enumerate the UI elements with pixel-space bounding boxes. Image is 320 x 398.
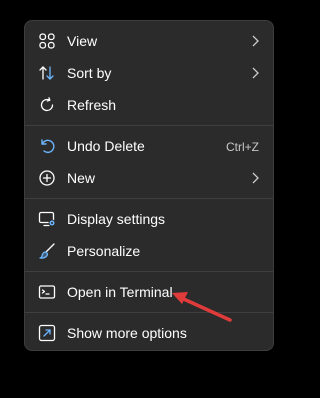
chevron-right-icon bbox=[249, 170, 261, 186]
menu-item-personalize[interactable]: Personalize bbox=[29, 236, 269, 266]
brush-icon bbox=[38, 242, 56, 260]
menu-item-label: Personalize bbox=[67, 243, 141, 259]
sort-icon bbox=[38, 64, 56, 82]
menu-separator bbox=[25, 312, 273, 313]
menu-separator bbox=[25, 125, 273, 126]
display-settings-icon bbox=[38, 210, 56, 228]
new-plus-icon bbox=[38, 169, 56, 187]
chevron-right-icon bbox=[249, 33, 261, 49]
menu-item-show-more-options[interactable]: Show more options bbox=[29, 318, 269, 348]
menu-item-undo-delete[interactable]: Undo Delete Ctrl+Z bbox=[29, 131, 269, 161]
show-more-icon bbox=[38, 324, 56, 342]
menu-item-new[interactable]: New bbox=[29, 163, 269, 193]
undo-icon bbox=[38, 137, 56, 155]
terminal-icon bbox=[38, 283, 56, 301]
chevron-right-icon bbox=[249, 65, 261, 81]
menu-item-label: Open in Terminal bbox=[67, 284, 173, 300]
menu-item-label: View bbox=[67, 33, 98, 49]
desktop-context-menu: View Sort by Refresh Undo Delete Ctrl+Z … bbox=[24, 20, 274, 351]
menu-separator bbox=[25, 198, 273, 199]
menu-item-label: Display settings bbox=[67, 211, 166, 227]
menu-item-label: Refresh bbox=[67, 97, 117, 113]
refresh-icon bbox=[38, 96, 56, 114]
menu-separator bbox=[25, 271, 273, 272]
grid-icon bbox=[38, 32, 56, 50]
menu-item-view[interactable]: View bbox=[29, 26, 269, 56]
menu-item-label: Undo Delete bbox=[67, 138, 145, 154]
screenshot-stage: View Sort by Refresh Undo Delete Ctrl+Z … bbox=[0, 0, 307, 398]
menu-item-refresh[interactable]: Refresh bbox=[29, 90, 269, 120]
menu-item-label: Sort by bbox=[67, 65, 112, 81]
menu-item-open-in-terminal[interactable]: Open in Terminal bbox=[29, 277, 269, 307]
menu-item-label: Show more options bbox=[67, 325, 187, 341]
menu-item-display-settings[interactable]: Display settings bbox=[29, 204, 269, 234]
shortcut-hint: Ctrl+Z bbox=[226, 140, 259, 154]
menu-item-label: New bbox=[67, 170, 96, 186]
menu-item-sort-by[interactable]: Sort by bbox=[29, 58, 269, 88]
